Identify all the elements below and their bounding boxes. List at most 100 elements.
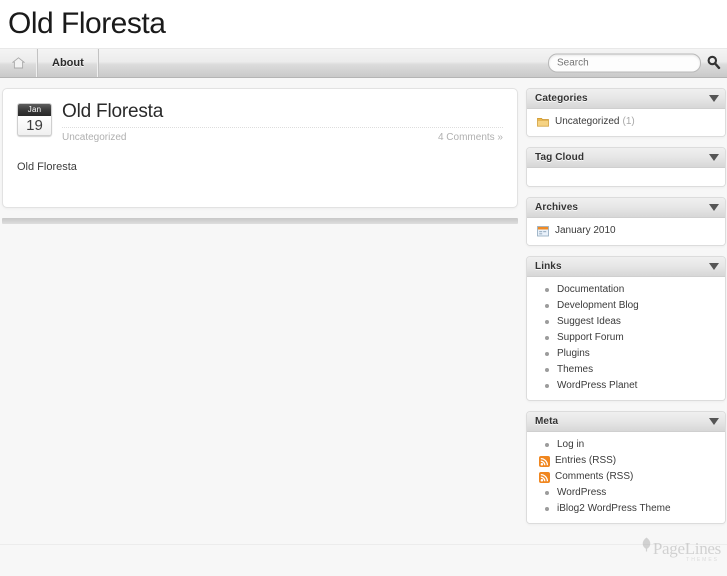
bullet-icon <box>545 384 549 388</box>
list-item[interactable]: iBlog2 WordPress Theme <box>535 501 717 517</box>
search-button[interactable] <box>705 55 721 71</box>
list-item-label: Themes <box>557 364 594 375</box>
list-item[interactable]: Uncategorized (1) <box>535 114 717 130</box>
post-meta: Uncategorized 4 Comments » <box>62 127 503 143</box>
widget-categories: Categories Uncategorized (1) <box>526 88 726 137</box>
list-item[interactable]: WordPress Planet <box>535 378 717 394</box>
widget-header[interactable]: Archives <box>527 198 725 218</box>
bullet-icon <box>545 368 549 372</box>
post-comments-link[interactable]: 4 Comments » <box>438 132 503 143</box>
post-excerpt: Old Floresta <box>17 161 77 173</box>
widget-header[interactable]: Links <box>527 257 725 277</box>
list-item-label: Uncategorized <box>555 116 620 127</box>
site-footer: PageLines THEMES <box>0 537 727 576</box>
meta-list: Log in Entries (RSS) Comments (RSS) Word… <box>535 437 717 517</box>
list-item[interactable]: Suggest Ideas <box>535 314 717 330</box>
pagelines-logo-sub: THEMES <box>686 557 719 563</box>
list-item-label: Development Blog <box>557 300 639 311</box>
links-list: Documentation Development Blog Suggest I… <box>535 282 717 394</box>
post-article: Jan 19 Old Floresta Uncategorized 4 Comm… <box>2 88 518 208</box>
chevron-down-icon[interactable] <box>709 418 719 425</box>
list-item-label: Support Forum <box>557 332 624 343</box>
list-item-count: (1) <box>622 116 635 127</box>
category-list: Uncategorized (1) <box>535 114 717 130</box>
widget-links: Links Documentation Development Blog Sug… <box>526 256 726 401</box>
list-item-label: Suggest Ideas <box>557 316 621 327</box>
archive-list: January 2010 <box>535 223 717 239</box>
bullet-icon <box>545 491 549 495</box>
list-item[interactable]: Entries (RSS) <box>535 453 717 469</box>
widget-tag-cloud: Tag Cloud <box>526 147 726 187</box>
list-item-label: January 2010 <box>555 225 616 236</box>
page-title[interactable]: Old Floresta <box>4 0 727 44</box>
list-item[interactable]: Themes <box>535 362 717 378</box>
post-date-day: 19 <box>18 116 51 135</box>
list-item[interactable]: January 2010 <box>535 223 717 239</box>
list-item-label: WordPress <box>557 487 607 498</box>
post-date-badge: Jan 19 <box>17 103 52 136</box>
bullet-icon <box>545 443 549 447</box>
content-column: Jan 19 Old Floresta Uncategorized 4 Comm… <box>2 88 518 224</box>
home-icon <box>12 57 25 69</box>
chevron-down-icon[interactable] <box>709 204 719 211</box>
list-item[interactable]: Documentation <box>535 282 717 298</box>
list-item-label: WordPress Planet <box>557 380 638 391</box>
calendar-icon <box>537 225 549 237</box>
bullet-icon <box>545 320 549 324</box>
bullet-icon <box>545 288 549 292</box>
list-item-label: Documentation <box>557 284 625 295</box>
sidebar-item-home[interactable] <box>0 49 38 77</box>
nav-item-about[interactable]: About <box>38 49 99 77</box>
search-icon <box>706 54 721 72</box>
bullet-icon <box>545 304 549 308</box>
chevron-down-icon[interactable] <box>709 95 719 102</box>
list-item-label: iBlog2 WordPress Theme <box>557 503 671 514</box>
widget-title: Categories <box>535 93 588 104</box>
widget-title: Archives <box>535 202 579 213</box>
chevron-down-icon[interactable] <box>709 263 719 270</box>
widget-body: Log in Entries (RSS) Comments (RSS) Word… <box>527 432 725 523</box>
post-category-link[interactable]: Uncategorized <box>62 132 126 143</box>
widget-title: Meta <box>535 416 559 427</box>
widget-body <box>527 168 725 186</box>
sidebar: Categories Uncategorized (1) Tag Cloud A… <box>526 88 726 534</box>
widget-body: January 2010 <box>527 218 725 245</box>
post-head-right: Old Floresta Uncategorized 4 Comments » <box>62 101 503 143</box>
widget-body: Uncategorized (1) <box>527 109 725 136</box>
list-item[interactable]: Support Forum <box>535 330 717 346</box>
list-item[interactable]: WordPress <box>535 485 717 501</box>
list-item-label: Plugins <box>557 348 590 359</box>
post-header: Jan 19 Old Floresta Uncategorized 4 Comm… <box>17 101 503 143</box>
widget-title: Links <box>535 261 562 272</box>
bullet-icon <box>545 336 549 340</box>
widget-body: Documentation Development Blog Suggest I… <box>527 277 725 400</box>
bullet-icon <box>545 352 549 356</box>
widget-meta: Meta Log in Entries (RSS) Comments (RSS)… <box>526 411 726 524</box>
pagelines-logo-text: PageLines <box>652 539 721 558</box>
post-title[interactable]: Old Floresta <box>62 101 503 123</box>
bullet-icon <box>545 507 549 511</box>
list-item-label: Entries (RSS) <box>555 455 617 466</box>
list-item[interactable]: Plugins <box>535 346 717 362</box>
widget-archives: Archives January 2010 <box>526 197 726 246</box>
pagelines-logo[interactable]: PageLines THEMES <box>641 537 721 563</box>
search-area <box>548 53 721 73</box>
main-navigation: About <box>0 48 727 78</box>
post-date-month: Jan <box>18 104 51 116</box>
rss-icon <box>539 455 550 467</box>
widget-header[interactable]: Categories <box>527 89 725 109</box>
folder-icon <box>537 116 549 128</box>
site-header: Old Floresta <box>0 0 727 48</box>
widget-header[interactable]: Meta <box>527 412 725 432</box>
search-input[interactable] <box>548 53 701 73</box>
list-item-label: Log in <box>557 439 585 450</box>
list-item[interactable]: Comments (RSS) <box>535 469 717 485</box>
list-item[interactable]: Development Blog <box>535 298 717 314</box>
chevron-down-icon[interactable] <box>709 154 719 161</box>
widget-header[interactable]: Tag Cloud <box>527 148 725 168</box>
list-item[interactable]: Log in <box>535 437 717 453</box>
rss-icon <box>539 471 550 483</box>
page-body: Jan 19 Old Floresta Uncategorized 4 Comm… <box>0 78 727 544</box>
list-item-label: Comments (RSS) <box>555 471 634 482</box>
leaf-icon <box>641 537 652 557</box>
